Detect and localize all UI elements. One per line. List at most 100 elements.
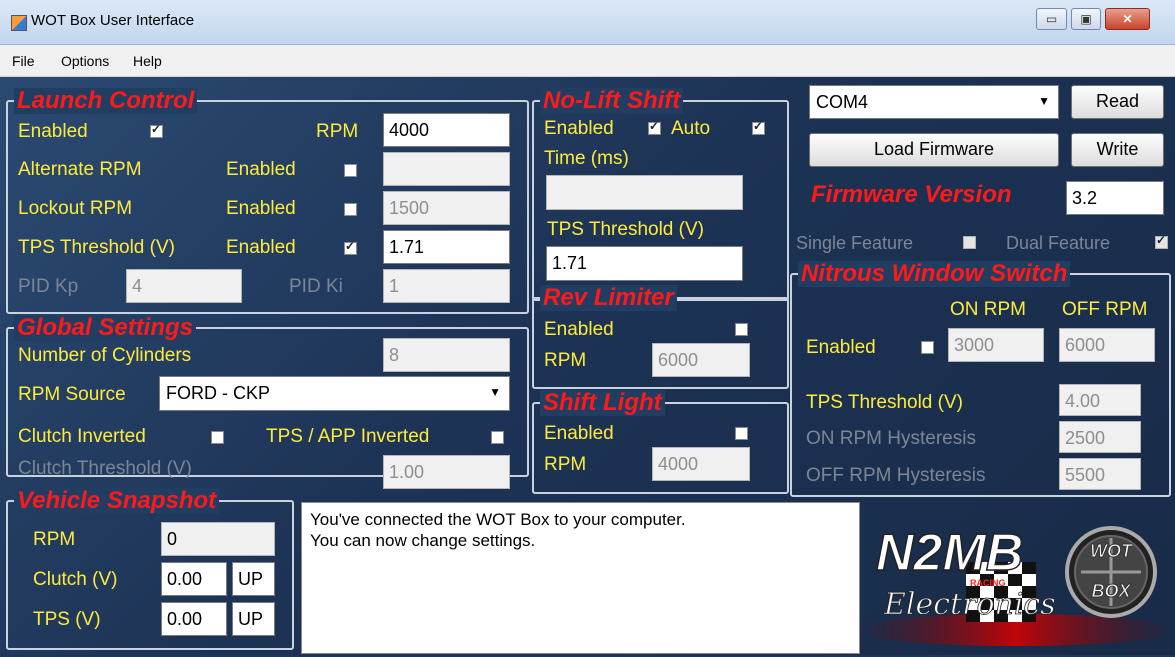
clutch-inverted-checkbox[interactable] [211,431,224,444]
nitrous-off-rpm-header: OFF RPM [1062,299,1148,320]
rpm-source-value: FORD - CKP [166,383,271,403]
tps-app-inverted-checkbox[interactable] [491,431,504,444]
nls-enabled-checkbox[interactable] [648,119,661,135]
dual-feature-checkbox [1155,233,1168,249]
status-message-line1: You've connected the WOT Box to your com… [310,510,686,529]
minimize-button[interactable]: ▭ [1036,8,1067,30]
lockout-rpm-input[interactable]: 1500 [383,191,510,225]
nls-auto-label: Auto [671,118,711,139]
logo-electronics-text: Electronics [883,587,1056,622]
pid-ki-input[interactable]: 1 [383,269,510,303]
load-firmware-button[interactable]: Load Firmware [809,133,1059,167]
alt-rpm-enabled-checkbox[interactable] [344,164,357,177]
rev-limiter-rpm-label: RPM [544,350,587,371]
rev-limiter-enabled-checkbox[interactable] [735,323,748,336]
nls-auto-checkbox[interactable] [752,119,765,135]
logo-brand-text: N2MB [876,524,1023,582]
chevron-down-icon: ▼ [1038,94,1050,108]
shift-light-rpm-input[interactable]: 4000 [652,447,750,481]
off-rpm-hysteresis-input[interactable]: 5500 [1059,458,1141,490]
menu-help[interactable]: Help [133,53,162,69]
launch-tps-label: TPS Threshold (V) [18,237,175,258]
launch-tps-enabled-label: Enabled [226,237,296,258]
lockout-enabled-label: Enabled [226,198,296,219]
snapshot-clutch-value: 0.00 [161,562,227,596]
menu-file[interactable]: File [12,53,35,69]
n2mb-logo: N2MB RACING Electronics WOT BOX [856,502,1175,652]
logo-badge-top: WOT [1090,541,1134,561]
clutch-inverted-label: Clutch Inverted [18,426,146,447]
nitrous-tps-input[interactable]: 4.00 [1059,384,1141,416]
lockout-rpm-label: Lockout RPM [18,198,133,219]
main-panel: Launch Control Enabled RPM 4000 Alternat… [0,77,1175,655]
snapshot-clutch-label: Clutch (V) [33,569,118,590]
nitrous-enabled-label: Enabled [806,337,876,358]
on-rpm-hysteresis-input[interactable]: 2500 [1059,421,1141,453]
alt-rpm-input[interactable] [383,152,510,186]
shift-light-title: Shift Light [540,390,665,416]
off-rpm-hysteresis-label: OFF RPM Hysteresis [806,465,986,486]
menu-options[interactable]: Options [61,53,109,69]
launch-tps-input[interactable]: 1.71 [383,230,510,264]
launch-control-title: Launch Control [14,88,198,114]
read-button[interactable]: Read [1071,85,1164,119]
rpm-source-select[interactable]: FORD - CKP ▼ [159,376,510,411]
status-message-box: You've connected the WOT Box to your com… [301,502,860,654]
no-lift-shift-title: No-Lift Shift [540,88,684,114]
single-feature-label: Single Feature [796,233,914,253]
shift-light-enabled-checkbox[interactable] [735,427,748,440]
snapshot-clutch-state: UP [232,562,275,596]
nitrous-title: Nitrous Window Switch [798,261,1071,287]
nls-tps-label: TPS Threshold (V) [547,219,704,240]
tps-app-inverted-label: TPS / APP Inverted [266,426,430,447]
menu-bar: File Options Help [0,45,1175,77]
snapshot-rpm-label: RPM [33,529,76,550]
firmware-version-value: 3.2 [1066,181,1164,215]
nitrous-off-rpm-input[interactable]: 6000 [1059,328,1155,362]
clutch-threshold-label: Clutch Threshold (V) [18,458,192,479]
nls-enabled-label: Enabled [544,118,614,139]
window-title: WOT Box User Interface [31,12,195,29]
launch-enabled-label: Enabled [18,121,88,142]
pid-ki-label: PID Ki [289,276,343,297]
com-port-value: COM4 [816,92,869,112]
nls-time-input[interactable] [546,175,743,210]
nitrous-on-rpm-input[interactable]: 3000 [948,328,1044,362]
nitrous-tps-label: TPS Threshold (V) [806,392,963,413]
pid-kp-label: PID Kp [18,276,79,297]
app-icon [11,15,27,31]
rpm-source-label: RPM Source [18,384,126,405]
snapshot-tps-value: 0.00 [161,602,227,636]
close-button[interactable]: ✕ [1105,8,1150,30]
title-bar: WOT Box User Interface ▭ ▣ ✕ [0,0,1175,45]
rev-limiter-rpm-input[interactable]: 6000 [652,343,750,377]
launch-enabled-checkbox[interactable] [150,122,163,138]
lockout-enabled-checkbox[interactable] [344,203,357,216]
global-settings-title: Global Settings [14,315,197,341]
vehicle-snapshot-title: Vehicle Snapshot [14,488,220,514]
com-port-select[interactable]: COM4 ▼ [809,85,1059,119]
firmware-version-label: Firmware Version [811,181,1012,208]
launch-tps-enabled-checkbox[interactable] [344,239,357,255]
logo-badge-bottom: BOX [1091,581,1131,601]
clutch-threshold-input[interactable]: 1.00 [383,455,510,489]
chevron-down-icon: ▼ [489,385,501,399]
snapshot-tps-label: TPS (V) [33,609,101,630]
snapshot-tps-state: UP [232,602,275,636]
alt-rpm-label: Alternate RPM [18,159,142,180]
nitrous-on-rpm-header: ON RPM [950,299,1026,320]
nitrous-enabled-checkbox[interactable] [921,341,934,354]
rev-limiter-enabled-label: Enabled [544,319,614,340]
write-button[interactable]: Write [1071,133,1164,167]
dual-feature-label: Dual Feature [1006,233,1111,253]
launch-rpm-input[interactable]: 4000 [383,113,510,147]
single-feature-checkbox [963,236,976,249]
pid-kp-input[interactable]: 4 [126,269,242,303]
shift-light-enabled-label: Enabled [544,423,614,444]
alt-rpm-enabled-label: Enabled [226,159,296,180]
shift-light-rpm-label: RPM [544,454,587,475]
nls-tps-input[interactable]: 1.71 [546,246,743,281]
snapshot-rpm-value: 0 [161,522,275,556]
cylinders-input[interactable]: 8 [383,338,510,372]
maximize-button[interactable]: ▣ [1071,8,1101,30]
